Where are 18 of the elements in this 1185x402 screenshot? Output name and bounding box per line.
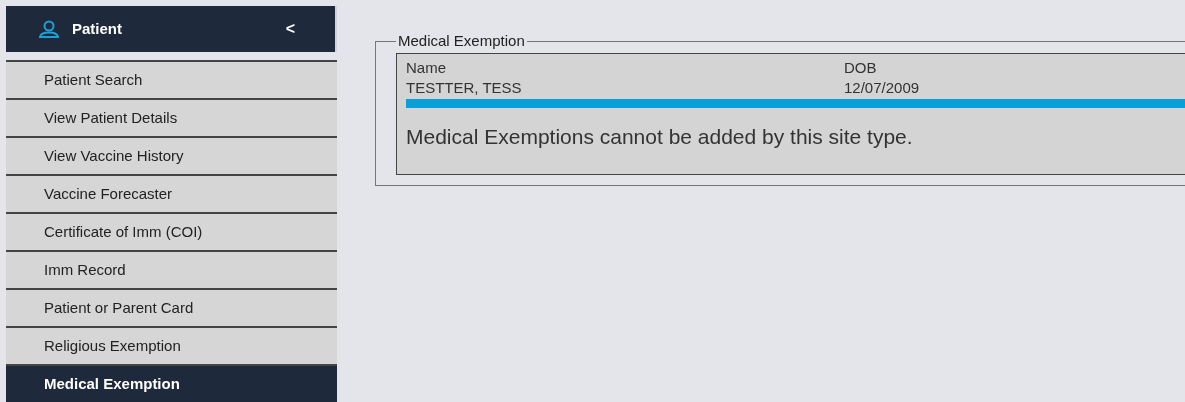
sidebar-title: Patient [72,18,122,39]
panel-legend: Medical Exemption [396,30,527,53]
sidebar-item[interactable]: Patient or Parent Card [6,288,337,326]
sidebar-item[interactable]: Imm Record [6,250,337,288]
sidebar-item[interactable]: Vaccine Forecaster [6,174,337,212]
column-header: Name [406,57,447,78]
message-text: Medical Exemptions cannot be added by this site type. [406,123,914,150]
collapse-button[interactable]: < [285,17,295,41]
sidebar-item[interactable]: View Patient Details [6,98,337,136]
user-icon [38,20,60,38]
column-header: DOB [844,57,877,78]
table-cell-text: TESTTER, TESS [406,77,523,98]
sidebar-item[interactable]: Religious Exemption [6,326,337,364]
sidebar-item[interactable]: Patient Search [6,60,337,98]
sidebar-item[interactable]: View Vaccine History [6,136,337,174]
sidebar-item[interactable]: Medical Exemption [6,364,337,402]
table-cell: 12/07/2009 [844,77,920,98]
sidebar-item[interactable]: Certificate of Imm (COI) [6,212,337,250]
